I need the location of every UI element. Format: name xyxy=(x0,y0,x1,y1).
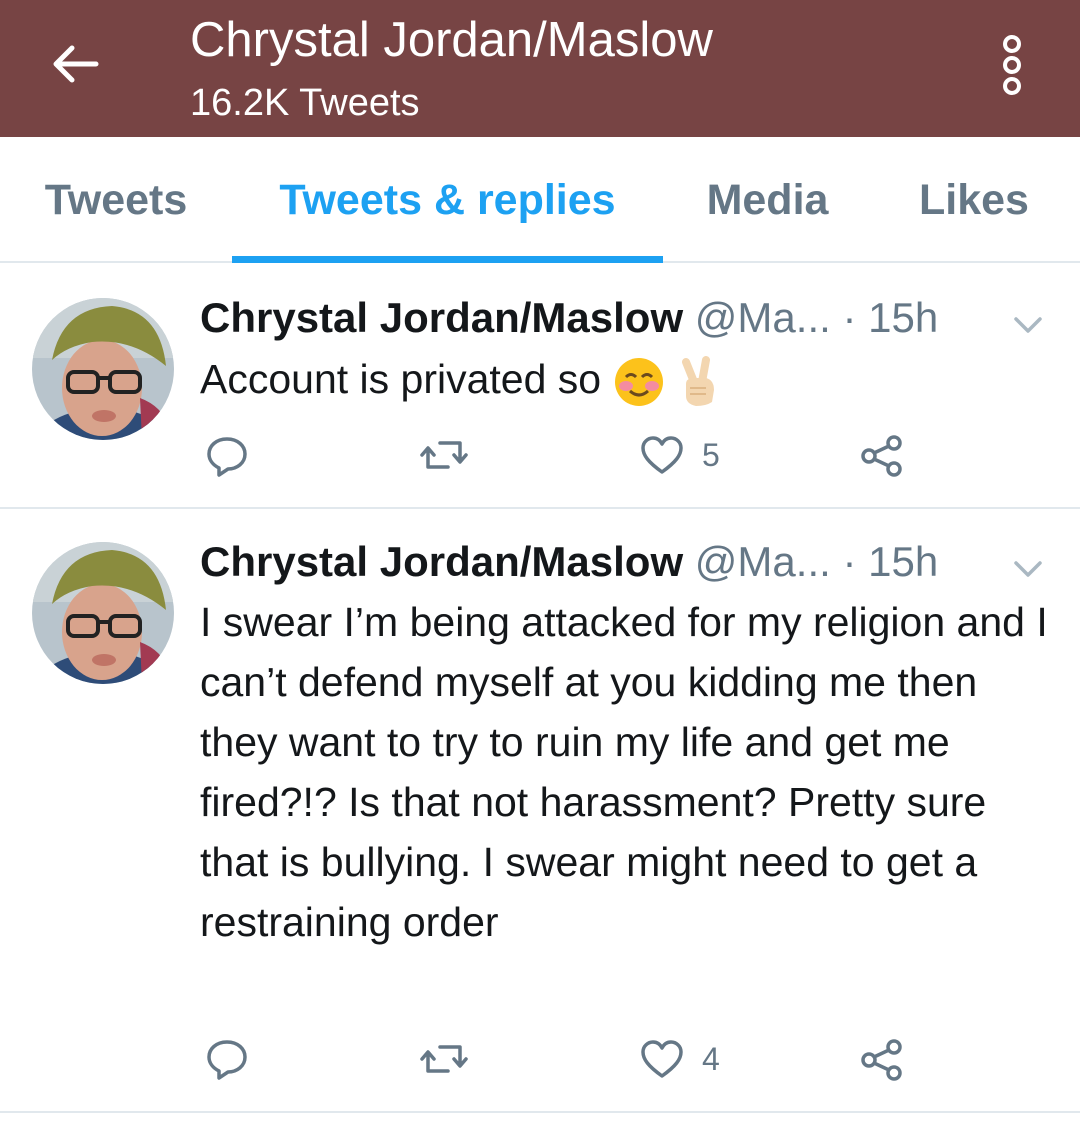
profile-photo xyxy=(32,542,174,684)
tab-likes[interactable]: Likes xyxy=(905,137,1043,263)
avatar[interactable] xyxy=(32,542,174,684)
victory-hand-icon xyxy=(681,356,714,407)
retweet-icon xyxy=(420,441,468,469)
heart-icon xyxy=(641,436,683,474)
chevron-down-icon[interactable] xyxy=(1010,554,1046,584)
author-name[interactable]: Chrystal Jordan/Maslow xyxy=(200,538,683,585)
reply-button[interactable] xyxy=(205,433,249,477)
share-button[interactable] xyxy=(860,1039,904,1081)
share-button[interactable] xyxy=(860,435,904,477)
tweet[interactable]: Chrystal Jordan/Maslow @Ma... · 15h I sw… xyxy=(0,509,1080,1113)
like-button[interactable]: 4 xyxy=(640,1039,720,1079)
like-count: 5 xyxy=(702,436,720,473)
tab-tweets[interactable]: Tweets xyxy=(30,137,202,263)
share-icon xyxy=(861,435,902,477)
tab-media[interactable]: Media xyxy=(690,137,845,263)
tweet-count: 16.2K Tweets xyxy=(190,82,420,124)
chevron-down-icon[interactable] xyxy=(1010,310,1046,340)
retweet-button[interactable] xyxy=(418,435,470,475)
author-handle[interactable]: @Ma... xyxy=(695,538,831,585)
smiling-face-with-blush-icon xyxy=(614,358,663,407)
tweet-body: Account is privated so xyxy=(200,356,602,402)
arrow-left-icon xyxy=(53,45,99,83)
profile-header: Chrystal Jordan/Maslow 16.2K Tweets xyxy=(0,0,1080,137)
tweet[interactable]: Chrystal Jordan/Maslow @Ma... · 15h Acco… xyxy=(0,265,1080,509)
author-name[interactable]: Chrystal Jordan/Maslow xyxy=(200,294,683,341)
like-button[interactable]: 5 xyxy=(640,435,720,475)
more-vertical-icon xyxy=(1003,35,1021,95)
tweet-header: Chrystal Jordan/Maslow @Ma... · 15h xyxy=(200,293,938,343)
reply-icon xyxy=(207,1040,247,1080)
retweet-button[interactable] xyxy=(418,1039,470,1079)
separator: · xyxy=(842,294,857,341)
tab-tweets-and-replies[interactable]: Tweets & replies xyxy=(232,137,663,263)
avatar[interactable] xyxy=(32,298,174,440)
more-options-button[interactable] xyxy=(990,30,1034,100)
profile-tabs: Tweets Tweets & replies Media Likes xyxy=(0,137,1080,263)
reply-icon xyxy=(207,437,247,477)
back-button[interactable] xyxy=(44,36,106,92)
timestamp: 15h xyxy=(868,294,939,341)
tweet-text: I swear I’m being attacked for my religi… xyxy=(200,599,1048,945)
separator: · xyxy=(842,538,857,585)
author-handle[interactable]: @Ma... xyxy=(695,294,831,341)
share-icon xyxy=(861,1039,902,1081)
profile-name-title: Chrystal Jordan/Maslow xyxy=(190,13,713,67)
profile-photo xyxy=(32,298,174,440)
heart-icon xyxy=(641,1040,683,1078)
reply-button[interactable] xyxy=(205,1036,249,1080)
like-count: 4 xyxy=(702,1040,720,1077)
tweet-text: Account is privated so xyxy=(200,349,1060,409)
timestamp: 15h xyxy=(868,538,939,585)
retweet-icon xyxy=(420,1045,468,1073)
active-tab-indicator xyxy=(232,256,663,263)
tweet-header: Chrystal Jordan/Maslow @Ma... · 15h xyxy=(200,537,938,587)
